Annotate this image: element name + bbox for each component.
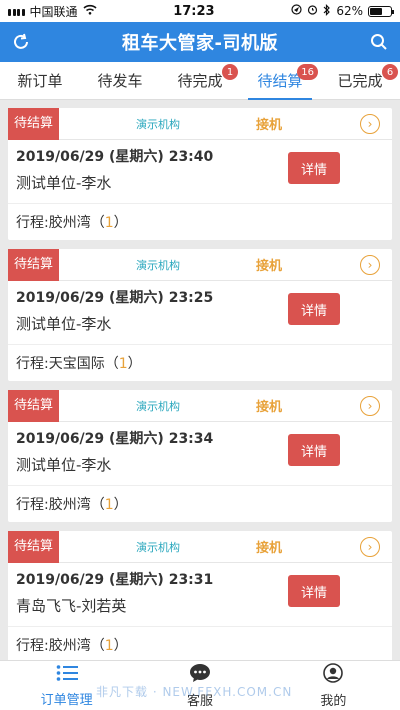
chevron-right-icon[interactable]: ›	[360, 395, 380, 416]
order-card[interactable]: 待结算 演示机构 接机 › 2019/06/29 (星期六) 23:40 测试单…	[8, 107, 392, 240]
nav-label: 订单管理	[40, 692, 93, 708]
search-icon[interactable]	[368, 31, 390, 53]
nav-customer-service[interactable]: 客服	[133, 661, 266, 710]
service-type: 接机	[256, 118, 283, 133]
service-type: 接机	[256, 541, 283, 556]
divider	[8, 626, 392, 627]
detail-button[interactable]: 详情	[288, 152, 340, 184]
tab-label: 已完成	[337, 72, 383, 90]
org-label: 演示机构	[136, 117, 180, 131]
service-type: 接机	[256, 259, 283, 274]
route-count: 1	[118, 356, 128, 372]
route-label: 行程:胶州湾	[16, 497, 91, 513]
detail-button[interactable]: 详情	[288, 293, 340, 325]
tab-badge: 1	[222, 64, 238, 80]
order-card-header: 待结算 演示机构 接机 ›	[8, 530, 392, 563]
battery-fill	[369, 7, 383, 15]
nav-label: 客服	[186, 693, 213, 709]
order-card-header: 待结算 演示机构 接机 ›	[8, 389, 392, 422]
battery-icon	[367, 5, 394, 17]
tab-pending-settlement[interactable]: 待结算 16	[240, 62, 320, 100]
status-badge: 待结算	[8, 389, 60, 422]
route-count: 1	[104, 497, 114, 513]
signal-icon	[8, 7, 25, 16]
user-icon	[323, 662, 344, 687]
tab-badge: 6	[382, 64, 398, 80]
nav-profile[interactable]: 我的	[267, 661, 400, 710]
tab-label: 待结算	[257, 72, 303, 90]
route-count: 1	[104, 215, 114, 231]
route-label: 行程:胶州湾	[16, 638, 91, 654]
chevron-right-icon[interactable]: ›	[360, 254, 380, 275]
order-card[interactable]: 待结算 演示机构 接机 › 2019/06/29 (星期六) 23:25 测试单…	[8, 248, 392, 381]
location-icon	[291, 4, 302, 18]
order-list: 待结算 演示机构 接机 › 2019/06/29 (星期六) 23:40 测试单…	[0, 100, 400, 680]
order-tabs: 新订单 待发车 待完成 1 待结算 16 已完成 6	[0, 62, 400, 100]
status-badge: 待结算	[8, 248, 60, 281]
order-route: 行程:胶州湾（1）	[16, 215, 128, 231]
order-card-body: 2019/06/29 (星期六) 23:31 青岛飞飞-刘若英 行程:胶州湾（1…	[8, 563, 392, 663]
tab-completed[interactable]: 已完成 6	[320, 62, 400, 99]
org-label: 演示机构	[136, 540, 180, 554]
chat-icon	[189, 663, 211, 687]
route-count: 1	[104, 638, 114, 654]
order-card-body: 2019/06/29 (星期六) 23:25 测试单位-李水 行程:天宝国际（1…	[8, 281, 392, 381]
alarm-icon	[307, 4, 318, 18]
order-card-header: 待结算 演示机构 接机 ›	[8, 248, 392, 281]
divider	[8, 344, 392, 345]
bottom-nav: 订单管理 客服 我的 非凡下载 · NEW.FFXH.COM.CN	[0, 660, 400, 710]
tab-label: 待完成	[177, 72, 223, 90]
status-right: 62%	[291, 3, 394, 19]
order-card[interactable]: 待结算 演示机构 接机 › 2019/06/29 (星期六) 23:31 青岛飞…	[8, 530, 392, 663]
detail-button[interactable]: 详情	[288, 434, 340, 466]
battery-percent: 62%	[336, 4, 363, 18]
status-badge: 待结算	[8, 107, 60, 140]
tab-label: 待发车	[97, 72, 143, 90]
page-title: 租车大管家-司机版	[122, 33, 278, 54]
order-card-body: 2019/06/29 (星期六) 23:34 测试单位-李水 行程:胶州湾（1）…	[8, 422, 392, 522]
status-bar: 中国联通 17:23 62%	[0, 0, 400, 22]
order-card-body: 2019/06/29 (星期六) 23:40 测试单位-李水 行程:胶州湾（1）…	[8, 140, 392, 240]
tab-pending-completion[interactable]: 待完成 1	[160, 62, 240, 99]
chevron-right-icon[interactable]: ›	[360, 536, 380, 557]
nav-label: 我的	[320, 693, 347, 709]
divider	[8, 203, 392, 204]
bluetooth-icon	[323, 3, 331, 19]
service-type: 接机	[256, 400, 283, 415]
route-label: 行程:胶州湾	[16, 215, 91, 231]
clock: 17:23	[173, 3, 215, 19]
route-label: 行程:天宝国际	[16, 356, 105, 372]
wifi-icon	[82, 4, 97, 18]
status-left: 中国联通	[8, 3, 97, 20]
org-label: 演示机构	[136, 258, 180, 272]
carrier-label: 中国联通	[29, 4, 78, 19]
chevron-right-icon[interactable]: ›	[360, 113, 380, 134]
status-badge: 待结算	[8, 530, 60, 563]
detail-button[interactable]: 详情	[288, 575, 340, 607]
order-route: 行程:胶州湾（1）	[16, 497, 128, 513]
tab-pending-departure[interactable]: 待发车	[80, 62, 160, 99]
app-header: 租车大管家-司机版	[0, 22, 400, 62]
tab-badge: 16	[297, 64, 318, 80]
list-icon	[56, 664, 78, 686]
tab-label: 新订单	[17, 72, 63, 90]
org-label: 演示机构	[136, 399, 180, 413]
divider	[8, 485, 392, 486]
order-route: 行程:胶州湾（1）	[16, 638, 128, 654]
tab-new-orders[interactable]: 新订单	[0, 62, 80, 99]
order-card[interactable]: 待结算 演示机构 接机 › 2019/06/29 (星期六) 23:34 测试单…	[8, 389, 392, 522]
refresh-icon[interactable]	[10, 31, 32, 53]
order-route: 行程:天宝国际（1）	[16, 356, 142, 372]
nav-order-management[interactable]: 订单管理	[0, 661, 133, 710]
order-card-header: 待结算 演示机构 接机 ›	[8, 107, 392, 140]
